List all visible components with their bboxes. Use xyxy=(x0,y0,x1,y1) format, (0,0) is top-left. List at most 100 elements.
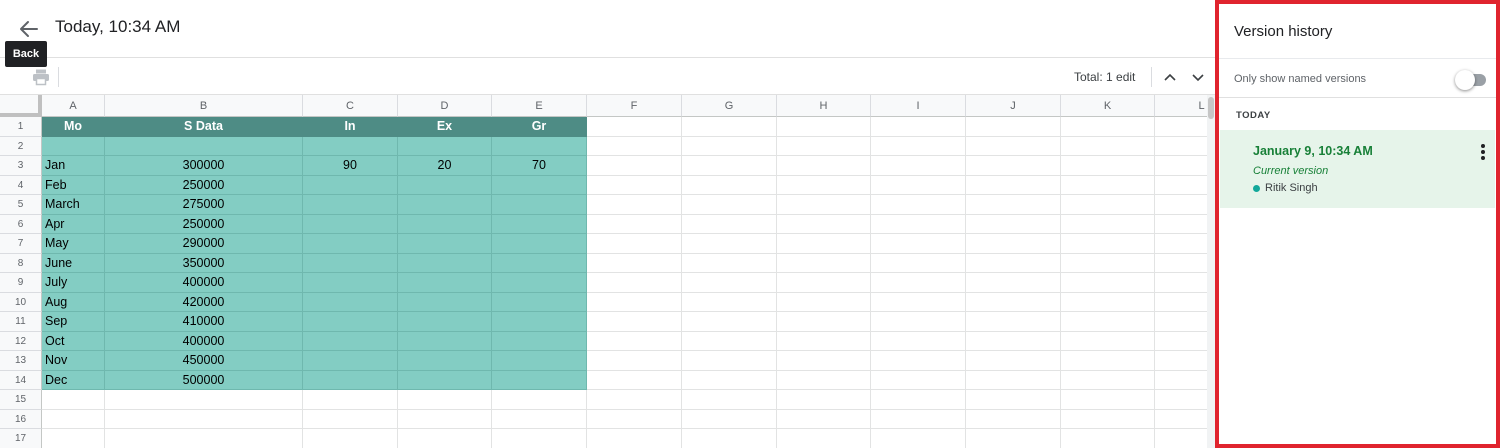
grid-cell[interactable] xyxy=(682,370,777,390)
grid-cell[interactable] xyxy=(587,214,682,234)
grid-cell[interactable] xyxy=(682,234,777,254)
grid-cell[interactable]: March xyxy=(42,195,105,215)
grid-cell[interactable] xyxy=(966,292,1061,312)
row-header[interactable]: 17 xyxy=(0,429,42,448)
print-icon[interactable] xyxy=(32,68,50,86)
spreadsheet-grid[interactable]: ABCDEFGHIJKL 1 2 3 4 5 6 7 8 9 10 11 12 13 14 15 16 17 M… xyxy=(0,95,1207,448)
row-header[interactable]: 14 xyxy=(0,370,42,390)
grid-cell[interactable] xyxy=(587,136,682,156)
grid-cell[interactable] xyxy=(871,390,966,410)
grid-cell[interactable] xyxy=(777,370,871,390)
grid-cell[interactable] xyxy=(871,195,966,215)
grid-cell[interactable] xyxy=(398,273,492,293)
grid-cell[interactable] xyxy=(966,429,1061,448)
grid-corner[interactable] xyxy=(0,95,42,117)
grid-cell[interactable] xyxy=(966,253,1061,273)
grid-cell[interactable] xyxy=(871,331,966,351)
row-header[interactable]: 15 xyxy=(0,390,42,410)
column-header[interactable]: J xyxy=(966,95,1061,117)
grid-cell[interactable]: 500000 xyxy=(105,370,303,390)
grid-cell[interactable] xyxy=(966,370,1061,390)
grid-cell[interactable] xyxy=(492,351,587,371)
grid-cell[interactable] xyxy=(492,292,587,312)
grid-cell[interactable] xyxy=(777,331,871,351)
grid-cell[interactable] xyxy=(871,273,966,293)
grid-cell[interactable] xyxy=(587,331,682,351)
grid-cell[interactable] xyxy=(966,117,1061,137)
grid-cell[interactable] xyxy=(303,429,398,448)
grid-cell[interactable]: Aug xyxy=(42,292,105,312)
grid-cell[interactable] xyxy=(398,234,492,254)
grid-cell[interactable] xyxy=(303,292,398,312)
grid-cell[interactable] xyxy=(492,409,587,429)
grid-cell[interactable] xyxy=(42,136,105,156)
row-header[interactable]: 1 xyxy=(0,117,42,137)
grid-cell[interactable]: Dec xyxy=(42,370,105,390)
grid-cell[interactable] xyxy=(303,331,398,351)
grid-cell[interactable] xyxy=(398,136,492,156)
grid-cell[interactable] xyxy=(42,429,105,448)
grid-cell[interactable] xyxy=(492,175,587,195)
grid-cell[interactable] xyxy=(777,195,871,215)
row-header[interactable]: 3 xyxy=(0,156,42,176)
grid-cell[interactable] xyxy=(1155,429,1207,448)
row-header[interactable]: 10 xyxy=(0,292,42,312)
grid-cell[interactable] xyxy=(492,136,587,156)
grid-cell[interactable] xyxy=(966,273,1061,293)
scrollbar-thumb[interactable] xyxy=(1208,97,1214,119)
grid-cell[interactable] xyxy=(777,429,871,448)
grid-cell[interactable] xyxy=(1155,195,1207,215)
grid-cell[interactable] xyxy=(871,351,966,371)
grid-cell[interactable] xyxy=(587,234,682,254)
grid-cell[interactable] xyxy=(492,331,587,351)
column-header[interactable]: B xyxy=(105,95,303,117)
grid-cell[interactable] xyxy=(1155,254,1207,273)
grid-cell[interactable] xyxy=(587,370,682,390)
grid-cell[interactable] xyxy=(1061,234,1155,254)
grid-cell[interactable] xyxy=(398,195,492,215)
grid-cell[interactable] xyxy=(871,234,966,254)
grid-cell[interactable] xyxy=(587,195,682,215)
grid-cell[interactable] xyxy=(682,136,777,156)
grid-cell[interactable] xyxy=(777,351,871,371)
grid-cell[interactable] xyxy=(1061,214,1155,234)
header-cell[interactable]: Ex xyxy=(398,117,492,137)
grid-cell[interactable] xyxy=(1155,137,1207,156)
grid-cell[interactable]: 400000 xyxy=(105,331,303,351)
header-cell[interactable]: S Data xyxy=(105,117,303,137)
chevron-down-icon[interactable] xyxy=(1190,69,1206,85)
grid-cell[interactable] xyxy=(966,390,1061,410)
named-versions-toggle[interactable] xyxy=(1455,70,1489,90)
grid-cell[interactable] xyxy=(492,273,587,293)
grid-cell[interactable]: 250000 xyxy=(105,175,303,195)
grid-cell[interactable] xyxy=(777,253,871,273)
grid-cell[interactable] xyxy=(303,253,398,273)
grid-cell[interactable]: 275000 xyxy=(105,195,303,215)
grid-cell[interactable]: Feb xyxy=(42,175,105,195)
grid-cell[interactable] xyxy=(303,370,398,390)
grid-cell[interactable] xyxy=(303,409,398,429)
grid-cell[interactable] xyxy=(777,156,871,176)
grid-cell[interactable] xyxy=(1061,195,1155,215)
grid-cell[interactable] xyxy=(398,351,492,371)
grid-cell[interactable] xyxy=(587,390,682,410)
grid-cell[interactable]: 400000 xyxy=(105,273,303,293)
grid-cell[interactable] xyxy=(1155,390,1207,410)
more-vert-icon[interactable] xyxy=(1475,142,1491,162)
grid-cell[interactable]: Apr xyxy=(42,214,105,234)
grid-cell[interactable]: 250000 xyxy=(105,214,303,234)
grid-cell[interactable] xyxy=(587,175,682,195)
column-header[interactable]: K xyxy=(1061,95,1155,117)
grid-cell[interactable] xyxy=(682,331,777,351)
grid-cell[interactable] xyxy=(398,214,492,234)
grid-cell[interactable] xyxy=(1061,156,1155,176)
grid-cell[interactable] xyxy=(398,175,492,195)
grid-cell[interactable] xyxy=(303,390,398,410)
grid-cell[interactable] xyxy=(587,312,682,332)
grid-cell[interactable] xyxy=(682,214,777,234)
grid-cell[interactable] xyxy=(871,214,966,234)
grid-cell[interactable] xyxy=(398,331,492,351)
grid-cell[interactable] xyxy=(682,409,777,429)
grid-cell[interactable] xyxy=(682,117,777,137)
grid-cell[interactable] xyxy=(587,273,682,293)
